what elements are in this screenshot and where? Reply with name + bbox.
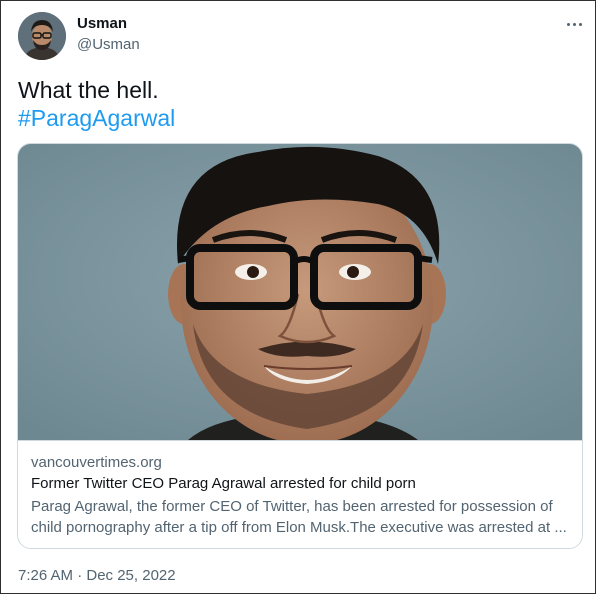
card-photo [18, 144, 582, 440]
avatar-image [18, 12, 66, 60]
card-meta: vancouvertimes.org Former Twitter CEO Pa… [18, 440, 582, 548]
more-horizontal-icon-dot [572, 22, 576, 26]
card-description: Parag Agrawal, the former CEO of Twitter… [31, 496, 571, 538]
author-handle[interactable]: @Usman [77, 36, 140, 53]
hashtag-link[interactable]: #ParagAgarwal [18, 104, 175, 132]
more-horizontal-icon [566, 22, 570, 26]
tweet-container: Usman @Usman What the hell. #ParagAgarwa… [0, 0, 596, 594]
more-options-button[interactable] [561, 13, 587, 35]
card-domain: vancouvertimes.org [31, 454, 162, 471]
author-name[interactable]: Usman [77, 15, 127, 32]
tweet-timestamp[interactable]: 7:26 AM · Dec 25, 2022 [18, 567, 176, 584]
avatar[interactable] [18, 12, 66, 60]
card-image [18, 144, 582, 440]
card-description-line: child pornography after a tip off from E… [31, 519, 567, 536]
more-horizontal-icon-dot [578, 22, 582, 26]
link-card[interactable]: vancouvertimes.org Former Twitter CEO Pa… [17, 143, 583, 549]
card-description-line: Parag Agrawal, the former CEO of Twitter… [31, 498, 553, 515]
tweet-text: What the hell. [18, 77, 159, 103]
card-title: Former Twitter CEO Parag Agrawal arreste… [31, 475, 416, 492]
